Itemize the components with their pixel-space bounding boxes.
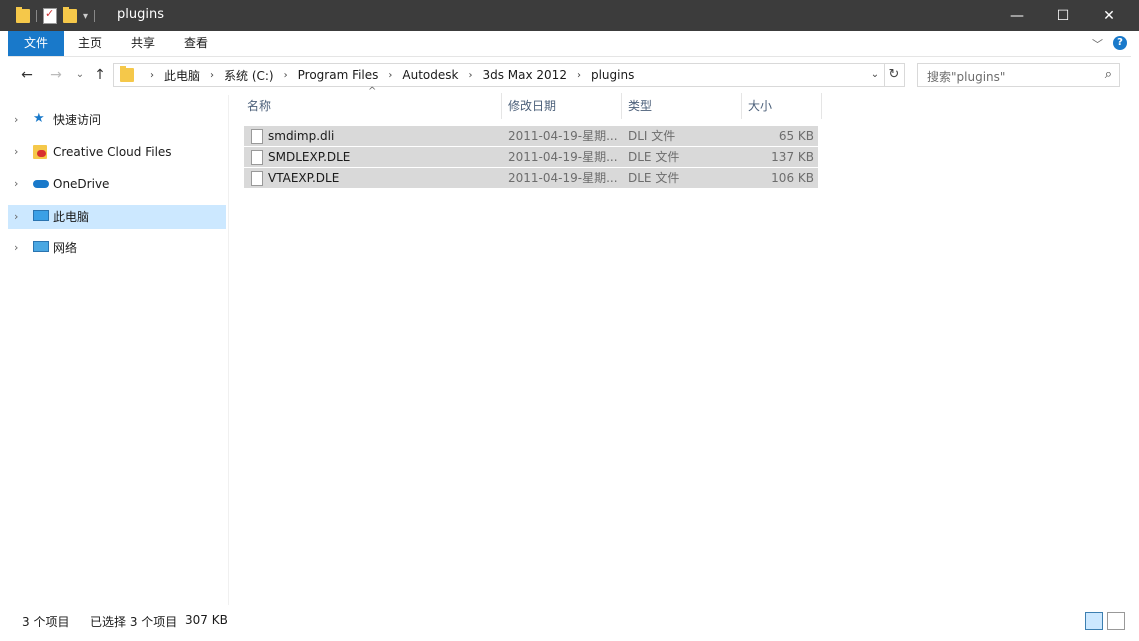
title-bar: ▾ plugins — ☐ ✕ (0, 0, 1139, 31)
nav-item-label: 此电脑 (53, 210, 90, 224)
ribbon-tabs: 文件 主页 共享 查看 ﹀ ? (8, 31, 1131, 57)
breadcrumb-system-c[interactable]: 系统 (C:) (224, 67, 274, 84)
search-box[interactable]: 搜索"plugins" ⌕ (917, 63, 1120, 87)
file-row[interactable]: smdimp.dli 2011-04-19-星期... DLI 文件 65 KB (244, 126, 818, 147)
expand-ribbon-icon[interactable]: ﹀ (1092, 36, 1103, 52)
nav-item-label: 网络 (53, 241, 78, 255)
file-size: 137 KB (771, 150, 814, 164)
tab-view[interactable]: 查看 (174, 31, 218, 56)
properties-icon[interactable] (43, 7, 57, 24)
chevron-right-icon[interactable]: › (577, 70, 581, 81)
nav-item-label: 快速访问 (53, 113, 102, 127)
breadcrumb-plugins[interactable]: plugins (591, 68, 634, 82)
column-divider[interactable] (621, 93, 622, 119)
chevron-right-icon[interactable]: › (14, 108, 18, 132)
column-header-date[interactable]: 修改日期 (508, 93, 556, 119)
file-icon (251, 171, 263, 186)
network-icon (33, 241, 49, 252)
new-folder-icon[interactable] (63, 7, 77, 23)
column-header-name[interactable]: 名称 (247, 93, 271, 119)
tab-home[interactable]: 主页 (68, 31, 112, 56)
file-type: DLI 文件 (628, 129, 676, 143)
status-bar: 3 个项目 已选择 3 个项目 307 KB (8, 610, 1131, 632)
maximize-button[interactable]: ☐ (1040, 0, 1086, 31)
file-date: 2011-04-19-星期... (508, 129, 618, 143)
folder-icon (16, 7, 30, 23)
file-icon (251, 150, 263, 165)
toolbar-separator (36, 10, 37, 22)
file-date: 2011-04-19-星期... (508, 150, 618, 164)
nav-item-quick-access[interactable]: › ★ 快速访问 (8, 108, 226, 132)
tab-file[interactable]: 文件 (8, 31, 64, 56)
nav-item-label: Creative Cloud Files (53, 145, 172, 159)
minimize-button[interactable]: — (994, 0, 1040, 31)
breadcrumb-3ds-max-2012[interactable]: 3ds Max 2012 (482, 68, 566, 82)
search-icon[interactable]: ⌕ (1105, 67, 1112, 82)
chevron-right-icon[interactable]: › (388, 70, 392, 81)
star-icon: ★ (33, 111, 45, 126)
breadcrumb: › 此电脑 › 系统 (C:) › Program Files › Autode… (140, 64, 634, 86)
chevron-right-icon[interactable]: › (14, 236, 18, 260)
file-icon (251, 129, 263, 144)
file-date: 2011-04-19-星期... (508, 171, 618, 185)
navigation-pane: › ★ 快速访问 › Creative Cloud Files › OneDri… (8, 95, 228, 605)
address-dropdown-icon[interactable]: ⌄ (865, 64, 884, 86)
toolbar-separator (94, 10, 96, 22)
close-button[interactable]: ✕ (1086, 0, 1132, 31)
recent-locations-dropdown[interactable]: ⌄ (70, 65, 90, 85)
nav-item-network[interactable]: › 网络 (8, 236, 226, 260)
file-size: 65 KB (778, 129, 814, 143)
file-name: smdimp.dli (268, 129, 335, 143)
item-count: 3 个项目 (22, 615, 70, 629)
column-divider[interactable] (821, 93, 822, 119)
column-header-type[interactable]: 类型 (628, 93, 652, 119)
address-bar[interactable]: › 此电脑 › 系统 (C:) › Program Files › Autode… (113, 63, 885, 87)
computer-icon (33, 210, 49, 221)
details-view-button[interactable] (1085, 612, 1103, 630)
cloud-icon (33, 180, 49, 188)
chevron-right-icon[interactable]: › (14, 140, 18, 164)
file-type: DLE 文件 (628, 150, 680, 164)
chevron-right-icon[interactable]: › (14, 172, 18, 196)
file-name: VTAEXP.DLE (268, 171, 340, 185)
file-size: 106 KB (771, 171, 814, 185)
file-type: DLE 文件 (628, 171, 680, 185)
nav-item-onedrive[interactable]: › OneDrive (8, 172, 226, 196)
file-name: SMDLEXP.DLE (268, 150, 351, 164)
chevron-right-icon[interactable]: › (14, 205, 18, 229)
column-divider[interactable] (501, 93, 502, 119)
chevron-right-icon[interactable]: › (284, 70, 288, 81)
chevron-right-icon[interactable]: › (210, 70, 214, 81)
explorer-window: ▾ plugins — ☐ ✕ 文件 主页 共享 查看 ﹀ ? ← → ⌄ ↑ … (0, 0, 1139, 641)
window-title: plugins (117, 7, 164, 22)
help-icon[interactable]: ? (1113, 36, 1127, 50)
chevron-right-icon[interactable]: › (150, 70, 154, 81)
nav-item-creative-cloud[interactable]: › Creative Cloud Files (8, 140, 226, 164)
breadcrumb-autodesk[interactable]: Autodesk (402, 68, 458, 82)
pane-divider[interactable] (228, 95, 229, 605)
large-icons-view-button[interactable] (1107, 612, 1125, 630)
selection-size: 307 KB (185, 613, 228, 627)
creative-cloud-icon (33, 145, 47, 159)
back-button[interactable]: ← (17, 65, 37, 85)
breadcrumb-program-files[interactable]: Program Files (298, 68, 379, 82)
file-row[interactable]: SMDLEXP.DLE 2011-04-19-星期... DLE 文件 137 … (244, 147, 818, 168)
folder-icon (120, 66, 134, 82)
tab-share[interactable]: 共享 (121, 31, 165, 56)
column-header-size[interactable]: 大小 (748, 93, 772, 119)
breadcrumb-this-pc[interactable]: 此电脑 (164, 67, 200, 84)
customize-toolbar-dropdown-icon[interactable]: ▾ (83, 11, 88, 22)
search-placeholder: 搜索"plugins" (927, 70, 1006, 84)
quick-access-toolbar: ▾ (16, 7, 96, 25)
file-row[interactable]: VTAEXP.DLE 2011-04-19-星期... DLE 文件 106 K… (244, 168, 818, 189)
refresh-button[interactable]: ↻ (884, 63, 905, 87)
chevron-right-icon[interactable]: › (468, 70, 472, 81)
forward-button[interactable]: → (46, 65, 66, 85)
nav-item-this-pc[interactable]: › 此电脑 (8, 205, 226, 229)
nav-item-label: OneDrive (53, 177, 110, 191)
column-divider[interactable] (741, 93, 742, 119)
sort-ascending-icon: ^ (368, 86, 377, 97)
selection-count: 已选择 3 个项目 (90, 615, 178, 629)
up-button[interactable]: ↑ (90, 65, 110, 85)
